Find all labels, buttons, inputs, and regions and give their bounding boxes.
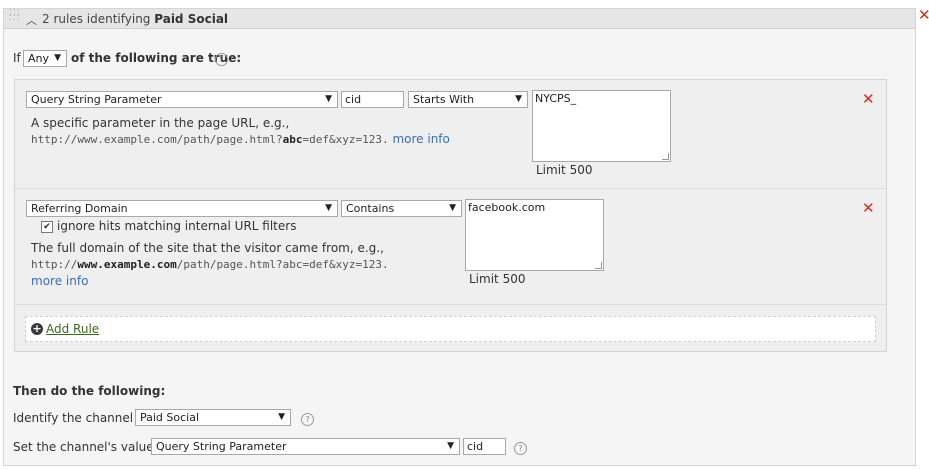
example-post: =def&xyz=123. (302, 133, 389, 146)
remove-rule-icon[interactable]: ✕ (862, 90, 875, 108)
rules-container: Query String Parameter ▼ cid Starts With… (14, 79, 887, 352)
rule-2: Referring Domain ▼ Contains ▼ facebook.c… (15, 189, 886, 305)
set-param-input[interactable]: cid (463, 438, 506, 455)
match-select-value: Any (28, 52, 50, 65)
chevron-down-icon: ▼ (515, 94, 522, 104)
drag-handle-icon[interactable]: ⁚⁚⁚ ⁚⁚⁚ (9, 10, 20, 24)
channel-select-value: Paid Social (140, 411, 200, 424)
panel-title: 2 rules identifying Paid Social (42, 12, 228, 26)
resize-handle-icon[interactable] (662, 153, 669, 160)
example-post: /path/page.html?abc=def&xyz=123. (176, 258, 389, 271)
channel-rule-panel: ⁚⁚⁚ ⁚⁚⁚ ︿ 2 rules identifying Paid Social… (3, 8, 916, 466)
value-text: facebook.com (468, 201, 546, 214)
description-text: The full domain of the site that the vis… (31, 241, 384, 255)
description-text: A specific parameter in the page URL, e.… (31, 116, 290, 130)
add-rule-area: + Add Rule (25, 316, 876, 342)
operator-select[interactable]: Starts With ▼ (408, 91, 528, 108)
add-rule-link[interactable]: Add Rule (46, 322, 99, 336)
limit-label: Limit 500 (469, 272, 526, 286)
plus-circle-icon[interactable]: + (31, 323, 43, 335)
example-pre: http://www.example.com/path/page.html? (31, 133, 283, 146)
match-select[interactable]: Any ▼ (23, 50, 67, 67)
close-panel-icon[interactable]: ✕ (918, 6, 929, 24)
example-bold: www.example.com (77, 258, 177, 271)
chevron-down-icon: ▼ (325, 203, 332, 213)
chevron-up-icon[interactable]: ︿ (26, 12, 37, 28)
value-textarea[interactable]: NYCPS_ (532, 90, 671, 162)
set-type-value: Query String Parameter (156, 440, 287, 453)
value-text: NYCPS_ (535, 92, 577, 105)
condition-row: If (13, 51, 21, 65)
panel-title-prefix: 2 rules identifying (42, 12, 151, 26)
operator-value: Contains (346, 202, 395, 215)
limit-label: Limit 500 (536, 163, 593, 177)
help-icon[interactable]: ? (514, 442, 527, 455)
set-type-select[interactable]: Query String Parameter ▼ (151, 438, 460, 455)
value-textarea[interactable]: facebook.com (465, 199, 604, 271)
rule-1: Query String Parameter ▼ cid Starts With… (15, 80, 886, 189)
rule-description: A specific parameter in the page URL, e.… (31, 115, 521, 148)
remove-rule-icon[interactable]: ✕ (862, 199, 875, 217)
panel-header: ⁚⁚⁚ ⁚⁚⁚ ︿ 2 rules identifying Paid Social (4, 9, 915, 29)
chevron-down-icon: ▼ (447, 441, 454, 451)
rule-type-select[interactable]: Referring Domain ▼ (26, 200, 338, 217)
operator-select[interactable]: Contains ▼ (341, 200, 462, 217)
example-bold: abc (282, 133, 303, 146)
example-pre: http:// (31, 258, 78, 271)
set-value-label: Set the channel's value to (13, 440, 170, 454)
channel-select[interactable]: Paid Social ▼ (135, 409, 291, 426)
identify-label: Identify the channel as (13, 411, 151, 425)
chevron-down-icon: ▼ (278, 412, 285, 422)
help-icon[interactable]: ? (301, 413, 314, 426)
rule-description: The full domain of the site that the vis… (31, 240, 461, 289)
example-url: http://www.example.com/path/page.html?ab… (31, 256, 461, 273)
chevron-down-icon: ▼ (449, 203, 456, 213)
operator-value: Starts With (413, 93, 475, 106)
then-title: Then do the following: (13, 384, 166, 398)
example-url: http://www.example.com/path/page.html?ab… (31, 131, 521, 148)
checkbox-label: ignore hits matching internal URL filter… (57, 219, 297, 233)
rule-type-value: Query String Parameter (31, 93, 162, 106)
more-info-link[interactable]: more info (392, 132, 449, 146)
param-input[interactable]: cid (341, 91, 404, 108)
chevron-down-icon: ▼ (325, 94, 332, 104)
more-info-link[interactable]: more info (31, 273, 461, 289)
resize-handle-icon[interactable] (595, 262, 602, 269)
ignore-internal-checkbox[interactable]: ✔ (41, 221, 53, 233)
rule-type-value: Referring Domain (31, 202, 128, 215)
rule-type-select[interactable]: Query String Parameter ▼ (26, 91, 338, 108)
chevron-down-icon: ▼ (54, 53, 61, 63)
panel-title-channel: Paid Social (154, 12, 229, 26)
if-label: If (13, 51, 21, 65)
help-icon[interactable]: ? (215, 53, 228, 66)
